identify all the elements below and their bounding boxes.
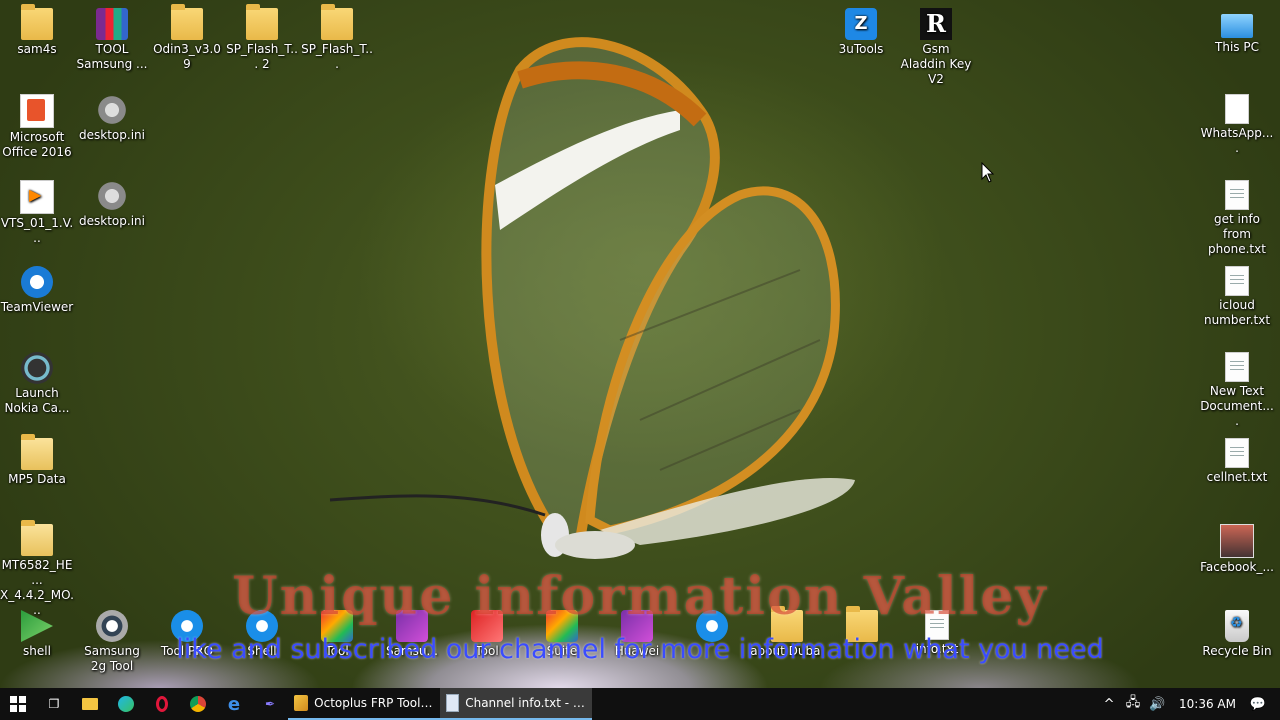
task-notepad-channel-info[interactable]: Channel info.txt - Not... bbox=[440, 688, 592, 720]
channel-subtitle: like and subscribed our channel for more… bbox=[176, 634, 1104, 665]
desktop-icon[interactable]: desktop.ini bbox=[75, 86, 149, 143]
winrar-icon bbox=[96, 8, 128, 40]
desktop-icon-label: This PC bbox=[1215, 40, 1259, 54]
desktop-icon-label: Launch Nokia Ca... bbox=[4, 386, 70, 415]
settings-file-icon bbox=[96, 94, 128, 126]
task-label: Octoplus FRP Tool v. ... bbox=[314, 696, 434, 710]
desktop-icon-label: get info from phone.txt bbox=[1208, 212, 1266, 256]
nokia-care-icon bbox=[21, 352, 53, 384]
desktop-icon[interactable]: R Gsm Aladdin Key V2 bbox=[899, 0, 973, 87]
desktop-icon-label: Gsm Aladdin Key V2 bbox=[900, 42, 972, 86]
folder-icon bbox=[171, 4, 203, 40]
folder-icon bbox=[82, 698, 98, 710]
edge-legacy-button[interactable]: e bbox=[216, 688, 252, 720]
desktop-icon-label: desktop.ini bbox=[79, 214, 145, 228]
text-file-icon bbox=[1225, 180, 1249, 210]
task-octoplus-frp-tool[interactable]: Octoplus FRP Tool v. ... bbox=[288, 688, 440, 720]
desktop-icon[interactable]: Launch Nokia Ca... bbox=[0, 344, 74, 416]
settings-file-icon bbox=[96, 180, 128, 212]
action-center-button[interactable]: 💬 bbox=[1246, 697, 1270, 712]
desktop-icon-label: desktop.ini bbox=[79, 128, 145, 142]
mouse-cursor bbox=[981, 162, 995, 183]
teamviewer-icon bbox=[21, 266, 53, 298]
desktop-icon-label: 3uTools bbox=[838, 42, 884, 56]
desktop-icon-label: Odin3_v3.09 bbox=[153, 42, 221, 71]
desktop-icon-label: TOOL Samsung ... bbox=[76, 42, 148, 71]
desktop-icon[interactable]: MP5 Data bbox=[0, 430, 74, 487]
desktop-icon[interactable]: desktop.ini bbox=[75, 172, 149, 229]
start-button[interactable] bbox=[0, 688, 36, 720]
desktop-icon-label: sam4s bbox=[17, 42, 57, 56]
channel-watermark-title: Unique information Valley bbox=[232, 566, 1048, 627]
network-icon: 🖧 bbox=[1125, 695, 1141, 710]
volume-icon: 🔊 bbox=[1148, 696, 1166, 712]
desktop-icon-label: SP_Flash_T... bbox=[301, 42, 373, 71]
edge-chromium-button[interactable] bbox=[108, 688, 144, 720]
desktop-icon-label: MP5 Data bbox=[8, 472, 66, 486]
desktop-icon-label: Microsoft Office 2016 bbox=[2, 130, 72, 159]
desktop-icon-label: VTS_01_1.V... bbox=[0, 216, 74, 245]
desktop-icon[interactable]: TOOL Samsung ... bbox=[75, 0, 149, 72]
desktop-icon-label: WhatsApp.... bbox=[1200, 126, 1274, 155]
edge-legacy-icon: e bbox=[227, 693, 241, 715]
desktop-icon-label: SP_Flash_T... 2 bbox=[226, 42, 298, 71]
chrome-icon bbox=[190, 696, 206, 712]
desktop-icon[interactable]: TeamViewer bbox=[0, 258, 74, 315]
notepad-icon bbox=[446, 694, 460, 712]
folder-doc-icon bbox=[21, 520, 53, 556]
folder-doc-icon bbox=[21, 434, 53, 470]
gsm-aladdin-icon: R bbox=[920, 8, 952, 40]
desktop-icon[interactable]: icloud number.txt bbox=[1200, 258, 1274, 328]
desktop-icon[interactable]: VTS_01_1.V... bbox=[0, 172, 74, 246]
desktop-icon-label: New Text Document.... bbox=[1200, 384, 1274, 428]
chrome-button[interactable] bbox=[180, 688, 216, 720]
show-hidden-icons-button[interactable]: ^ bbox=[1097, 697, 1121, 712]
desktop-icon[interactable]: WhatsApp.... bbox=[1200, 86, 1274, 156]
feather-icon: ✒ bbox=[264, 697, 276, 711]
desktop-icon-label: icloud number.txt bbox=[1203, 298, 1271, 327]
desktop[interactable]: sam4s TOOL Samsung ... Odin3_v3.09 SP_Flash… bbox=[0, 0, 1280, 688]
opera-icon bbox=[156, 696, 168, 712]
desktop-icon[interactable]: Microsoft Office 2016 bbox=[0, 86, 74, 160]
file-explorer-button[interactable] bbox=[72, 688, 108, 720]
folder-icon bbox=[246, 4, 278, 40]
system-tray: ^ 🖧 🔊 10:36 AM 💬 bbox=[1097, 688, 1280, 720]
text-file-icon bbox=[1225, 438, 1249, 468]
text-file-icon bbox=[1225, 266, 1249, 296]
octoplus-frp-tool-icon bbox=[294, 695, 309, 711]
app-button[interactable]: ✒ bbox=[252, 688, 288, 720]
desktop-icon[interactable]: SP_Flash_T... bbox=[300, 0, 374, 72]
desktop-icon[interactable]: Z 3uTools bbox=[824, 0, 898, 57]
desktop-icon[interactable]: This PC bbox=[1200, 0, 1274, 55]
task-label: Channel info.txt - Not... bbox=[465, 696, 586, 710]
network-button[interactable]: 🖧 bbox=[1121, 693, 1145, 715]
office-icon bbox=[20, 94, 54, 128]
edge-icon bbox=[118, 696, 134, 712]
windows-logo-icon bbox=[10, 696, 26, 712]
chevron-up-icon: ^ bbox=[1103, 696, 1115, 712]
volume-button[interactable]: 🔊 bbox=[1145, 697, 1169, 712]
desktop-icon-label: cellnet.txt bbox=[1206, 470, 1268, 484]
this-pc-icon bbox=[1221, 14, 1253, 38]
3utools-icon: Z bbox=[845, 8, 877, 40]
desktop-icon[interactable]: New Text Document.... bbox=[1200, 344, 1274, 429]
folder-icon bbox=[21, 4, 53, 40]
opera-button[interactable] bbox=[144, 688, 180, 720]
desktop-icon[interactable]: get info from phone.txt bbox=[1200, 172, 1274, 257]
folder-icon bbox=[321, 4, 353, 40]
desktop-icon[interactable]: sam4s bbox=[0, 0, 74, 57]
task-view-button[interactable]: ❐ bbox=[36, 688, 72, 720]
notifications-icon: 💬 bbox=[1249, 696, 1267, 712]
desktop-icon[interactable]: SP_Flash_T... 2 bbox=[225, 0, 299, 72]
clock[interactable]: 10:36 AM bbox=[1169, 697, 1246, 711]
taskbar: ❐ e ✒ Octoplus FRP Tool v. ... Channel i… bbox=[0, 688, 1280, 720]
image-file-icon bbox=[1220, 524, 1254, 558]
text-file-icon bbox=[1225, 352, 1249, 382]
task-view-icon: ❐ bbox=[48, 697, 60, 711]
desktop-icon[interactable]: Odin3_v3.09 bbox=[150, 0, 224, 72]
video-file-icon bbox=[20, 180, 54, 214]
blank-file-icon bbox=[1225, 94, 1249, 124]
desktop-icon-label: TeamViewer bbox=[0, 300, 74, 314]
desktop-icon[interactable]: cellnet.txt bbox=[1200, 430, 1274, 485]
